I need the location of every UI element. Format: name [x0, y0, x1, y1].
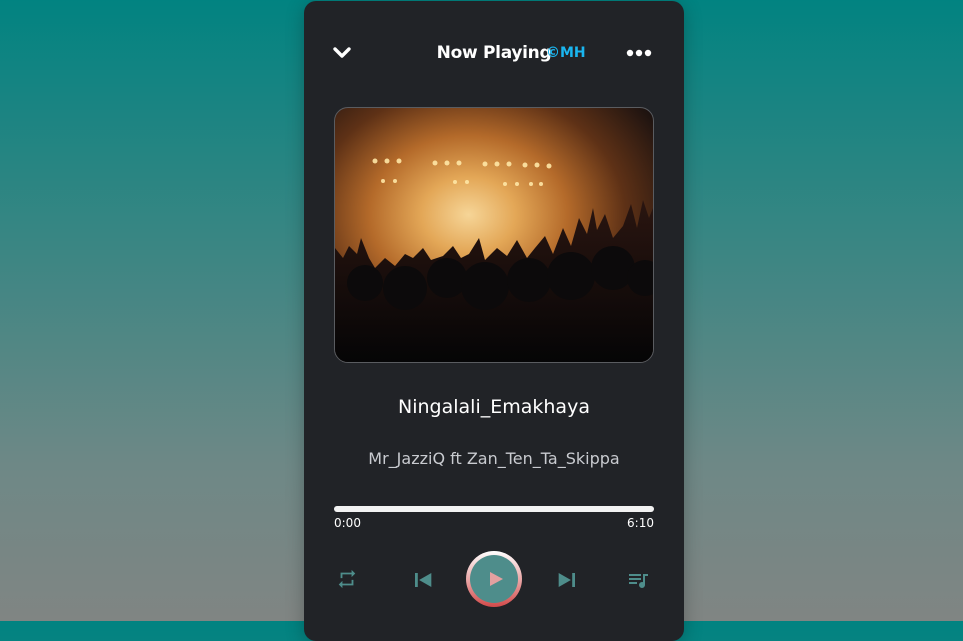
- skip-next-icon[interactable]: [554, 566, 582, 598]
- album-art: [334, 107, 654, 363]
- playback-controls: [304, 551, 684, 611]
- play-button[interactable]: [466, 551, 522, 607]
- music-player-card: Now Playing ©MH Ningalali_Emakhaya Mr_Ja…: [304, 1, 684, 641]
- duration-time: 6:10: [627, 516, 654, 530]
- track-artist: Mr_JazziQ ft Zan_Ten_Ta_Skippa: [368, 449, 620, 468]
- current-time: 0:00: [334, 516, 361, 530]
- play-icon: [490, 572, 503, 586]
- repeat-icon[interactable]: [336, 568, 358, 594]
- player-header: Now Playing ©MH: [304, 31, 684, 79]
- copyright-label: ©MH: [546, 45, 586, 61]
- chevron-down-icon[interactable]: [332, 43, 352, 63]
- skip-previous-icon[interactable]: [408, 566, 436, 598]
- progress-bar[interactable]: [334, 506, 654, 512]
- more-horizontal-icon[interactable]: [626, 43, 652, 63]
- track-title: Ningalali_Emakhaya: [398, 396, 590, 418]
- progress-fill: [334, 506, 654, 512]
- queue-music-icon[interactable]: [626, 568, 650, 596]
- play-button-face: [470, 555, 518, 603]
